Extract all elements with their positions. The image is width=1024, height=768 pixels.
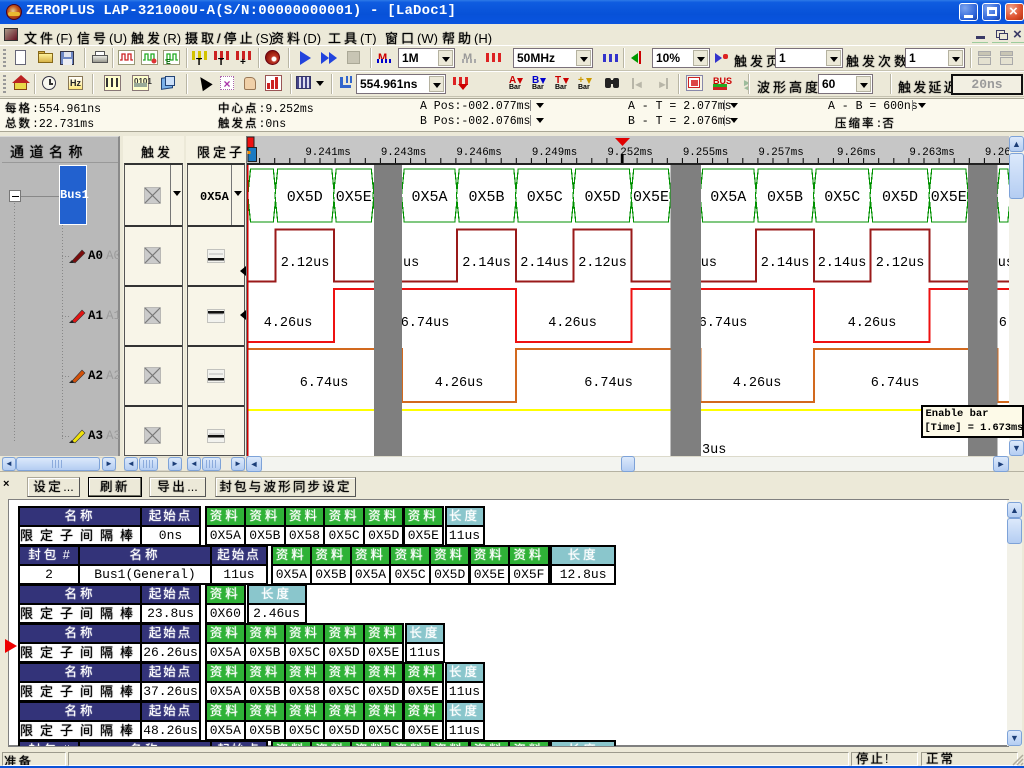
svg-text:0X5E: 0X5E xyxy=(336,189,372,206)
svg-text:2.12us: 2.12us xyxy=(281,256,330,271)
svg-text:2.14us: 2.14us xyxy=(520,256,569,271)
svg-text:0X5B: 0X5B xyxy=(767,189,803,206)
svg-text:0X5C: 0X5C xyxy=(527,189,563,206)
svg-text:9.249ms: 9.249ms xyxy=(532,147,577,159)
svg-text:E: E xyxy=(166,59,171,66)
svg-text:4.26us: 4.26us xyxy=(548,316,597,331)
svg-text:9.26ms: 9.26ms xyxy=(837,147,876,159)
svg-text:6.74us: 6.74us xyxy=(584,376,633,391)
svg-text:us: us xyxy=(998,256,1009,271)
svg-text:2.14us: 2.14us xyxy=(761,256,810,271)
svg-text:9.246ms: 9.246ms xyxy=(456,147,501,159)
svg-text:0X5E: 0X5E xyxy=(931,189,967,206)
svg-text:4.26us: 4.26us xyxy=(435,376,484,391)
svg-text:2.12us: 2.12us xyxy=(578,256,627,271)
svg-text:2.12us: 2.12us xyxy=(876,256,925,271)
svg-text:9.241ms: 9.241ms xyxy=(305,147,350,159)
svg-text:0X5D: 0X5D xyxy=(584,189,620,206)
svg-text:6.74us: 6.74us xyxy=(699,316,748,331)
svg-text:6.74us: 6.74us xyxy=(401,316,450,331)
svg-text:6.74us: 6.74us xyxy=(300,376,349,391)
svg-text:us: us xyxy=(701,256,717,271)
svg-text:9.243ms: 9.243ms xyxy=(381,147,426,159)
svg-text:6.74us: 6.74us xyxy=(999,316,1009,331)
svg-text:9.266ms: 9.266ms xyxy=(985,147,1009,159)
svg-text:0X5E: 0X5E xyxy=(633,189,669,206)
svg-text:3us: 3us xyxy=(702,443,726,456)
svg-text:9.252ms: 9.252ms xyxy=(607,147,652,159)
svg-text:4.26us: 4.26us xyxy=(848,316,897,331)
svg-text:0X5B: 0X5B xyxy=(468,189,504,206)
svg-text:4.26us: 4.26us xyxy=(264,316,313,331)
svg-text:0X5C: 0X5C xyxy=(824,189,860,206)
svg-text:9.257ms: 9.257ms xyxy=(758,147,803,159)
svg-text:0X5D: 0X5D xyxy=(882,189,918,206)
svg-text:0X5A: 0X5A xyxy=(710,189,746,206)
svg-text:0X5A: 0X5A xyxy=(411,189,447,206)
svg-text:9.263ms: 9.263ms xyxy=(909,147,954,159)
svg-text:us: us xyxy=(403,256,419,271)
svg-text:2.14us: 2.14us xyxy=(818,256,867,271)
svg-text:2.14us: 2.14us xyxy=(462,256,511,271)
svg-text:9.255ms: 9.255ms xyxy=(683,147,728,159)
svg-text:0X5D: 0X5D xyxy=(287,189,323,206)
svg-text:4.26us: 4.26us xyxy=(733,376,782,391)
svg-text:6.74us: 6.74us xyxy=(871,376,920,391)
